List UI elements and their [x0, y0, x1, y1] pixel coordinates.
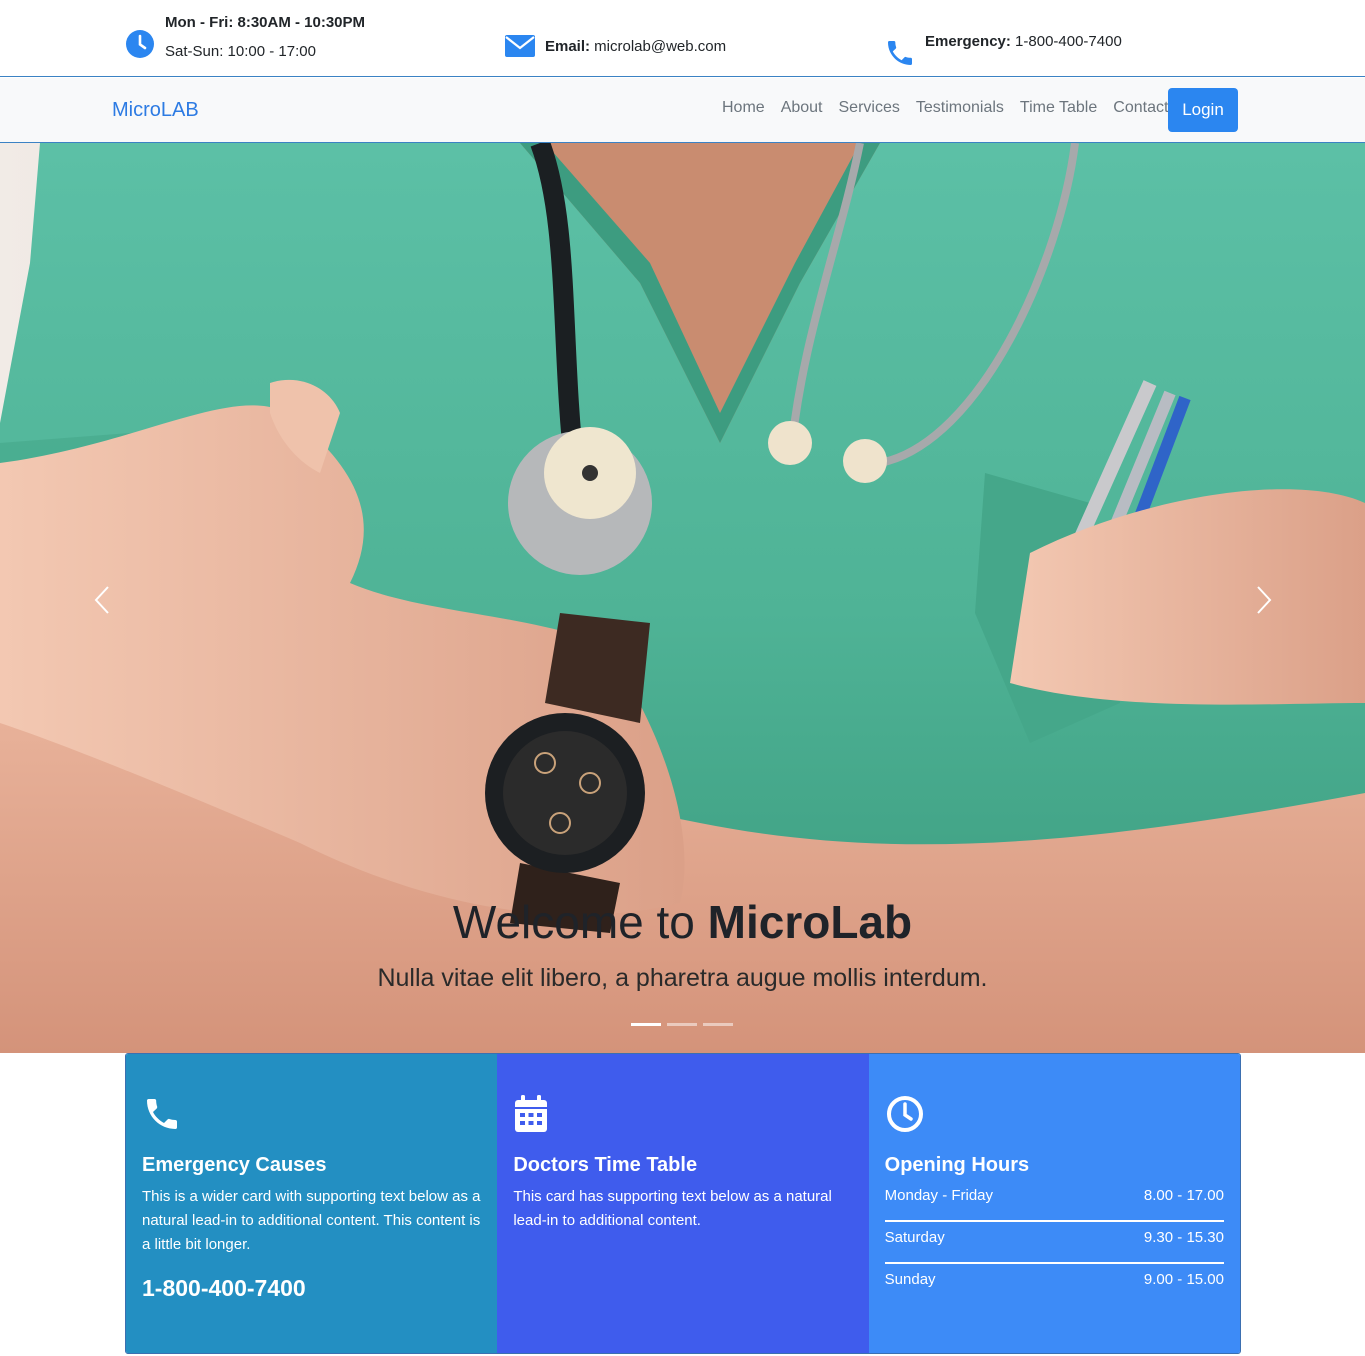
- nav-home[interactable]: Home: [714, 99, 773, 117]
- hours-day: Monday - Friday: [884, 1187, 994, 1204]
- nav-time-table[interactable]: Time Table: [1012, 99, 1105, 117]
- brand-logo[interactable]: MicroLAB: [112, 99, 199, 122]
- main-navbar: MicroLAB Home About Services Testimonial…: [0, 78, 1365, 143]
- carousel-indicator-1[interactable]: [631, 1023, 661, 1026]
- login-button[interactable]: Login: [1168, 88, 1238, 132]
- hours-row: Saturday 9.30 - 15.30: [885, 1227, 1224, 1255]
- carousel-next-button[interactable]: [1249, 583, 1279, 617]
- hours-row: Sunday 9.00 - 15.00: [885, 1269, 1224, 1297]
- phone-icon: [142, 1094, 481, 1134]
- nav-about[interactable]: About: [773, 99, 831, 117]
- card-timetable-text: This card has supporting text below as a…: [513, 1188, 832, 1229]
- email-label: Email:: [545, 37, 591, 55]
- phone-icon: [884, 37, 916, 69]
- hours-row: Monday - Friday 8.00 - 17.00: [885, 1185, 1224, 1213]
- carousel-indicator-2[interactable]: [667, 1023, 697, 1026]
- nav-contact[interactable]: Contact: [1105, 99, 1176, 117]
- feature-cards: Emergency Causes This is a wider card wi…: [125, 1053, 1241, 1354]
- carousel-indicators: [631, 1023, 739, 1026]
- card-timetable-title: Doctors Time Table: [513, 1154, 698, 1176]
- hours-weekday: Mon - Fri: 8:30AM - 10:30PM: [165, 14, 366, 31]
- card-emergency: Emergency Causes This is a wider card wi…: [126, 1054, 498, 1353]
- hero-title: Welcome to MicroLab: [0, 895, 1365, 949]
- clock-icon: [124, 28, 156, 60]
- emergency-info: Emergency: 1-800-400-7400: [884, 25, 1122, 69]
- hours-weekend: Sat-Sun: 10:00 - 17:00: [165, 43, 316, 60]
- top-info-bar: Mon - Fri: 8:30AM - 10:30PM Sat-Sun: 10:…: [0, 0, 1365, 77]
- email-value[interactable]: microlab@web.com: [590, 38, 726, 55]
- hero-subtitle: Nulla vitae elit libero, a pharetra augu…: [377, 964, 988, 992]
- chevron-right-icon: [1257, 586, 1272, 614]
- divider: [884, 1220, 1224, 1222]
- card-emergency-text: This is a wider card with supporting tex…: [142, 1188, 481, 1253]
- hours-info: Mon - Fri: 8:30AM - 10:30PM Sat-Sun: 10:…: [124, 8, 365, 66]
- clock-icon: [885, 1094, 1224, 1134]
- hero-title-bold: MicroLab: [707, 896, 913, 948]
- nav-links: Home About Services Testimonials Time Ta…: [714, 99, 1176, 117]
- nav-testimonials[interactable]: Testimonials: [908, 99, 1012, 117]
- card-timetable: Doctors Time Table This card has support…: [497, 1054, 869, 1353]
- chevron-left-icon: [94, 586, 109, 614]
- card-opening-hours: Opening Hours Monday - Friday 8.00 - 17.…: [868, 1054, 1240, 1353]
- emergency-label: Emergency:: [925, 32, 1011, 50]
- envelope-icon: [504, 30, 536, 62]
- hero-title-plain: Welcome to: [452, 896, 708, 948]
- carousel-prev-button[interactable]: [87, 583, 117, 617]
- hours-time: 9.00 - 15.00: [1143, 1271, 1224, 1288]
- carousel-indicator-3[interactable]: [703, 1023, 733, 1026]
- hours-day: Saturday: [884, 1229, 945, 1246]
- emergency-value[interactable]: 1-800-400-7400: [1011, 33, 1122, 50]
- email-info: Email: microlab@web.com: [504, 30, 726, 62]
- nav-services[interactable]: Services: [831, 99, 908, 117]
- card-emergency-title: Emergency Causes: [142, 1154, 327, 1176]
- hero-carousel: Welcome to MicroLab Nulla vitae elit lib…: [0, 143, 1365, 1053]
- divider: [884, 1262, 1224, 1264]
- card-emergency-phone[interactable]: 1-800-400-7400: [142, 1275, 481, 1302]
- calendar-icon: [513, 1094, 852, 1134]
- card-hours-title: Opening Hours: [884, 1154, 1030, 1176]
- hours-time: 9.30 - 15.30: [1143, 1229, 1224, 1246]
- hours-day: Sunday: [884, 1271, 936, 1288]
- hours-time: 8.00 - 17.00: [1143, 1187, 1224, 1204]
